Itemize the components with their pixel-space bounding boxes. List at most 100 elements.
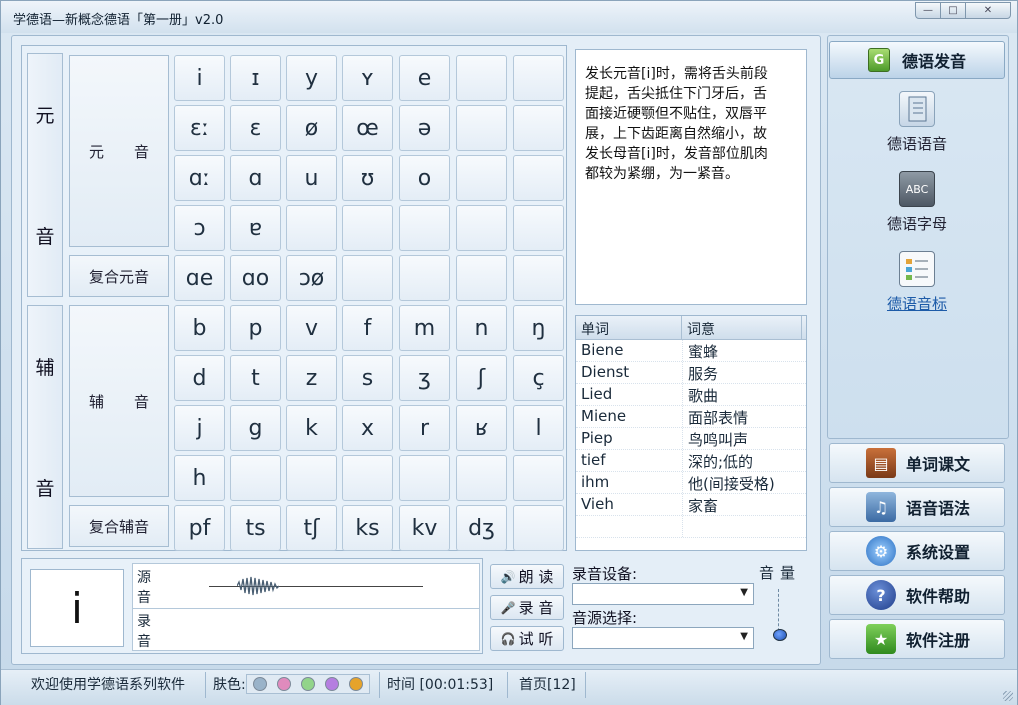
consonant-cell[interactable]	[230, 455, 281, 501]
table-row[interactable]: tief 深的;低的	[576, 450, 806, 472]
consonant-cell[interactable]: d	[174, 355, 225, 401]
vowel-cell[interactable]: o	[399, 155, 450, 201]
sidebar-item-german-phonetics[interactable]: 德语音标	[851, 251, 983, 314]
consonant-cell[interactable]: ʃ	[456, 355, 507, 401]
consonant-cell[interactable]	[456, 455, 507, 501]
consonant-cell[interactable]: r	[399, 405, 450, 451]
consonant-cell[interactable]: s	[342, 355, 393, 401]
vowel-cell[interactable]: ʏ	[342, 55, 393, 101]
column-header-meaning[interactable]: 词意	[682, 316, 802, 339]
vowel-cell[interactable]: ɑː	[174, 155, 225, 201]
table-row[interactable]	[576, 516, 806, 538]
vowel-cell[interactable]	[513, 105, 564, 151]
sidebar-header[interactable]: G 德语发音	[829, 41, 1005, 79]
record-button[interactable]: 🎤 录 音	[490, 595, 564, 620]
consonant-cell[interactable]: m	[399, 305, 450, 351]
vowel-cell[interactable]	[513, 255, 564, 301]
table-row[interactable]: Vieh 家畜	[576, 494, 806, 516]
vowel-cell[interactable]: i	[174, 55, 225, 101]
consonant-cell[interactable]: tʃ	[286, 505, 337, 551]
consonant-cell[interactable]: n	[456, 305, 507, 351]
listen-button[interactable]: 🎧 试 听	[490, 626, 564, 651]
vowel-cell[interactable]	[513, 55, 564, 101]
source-select[interactable]: ▼	[572, 627, 754, 649]
maximize-button[interactable]: □	[940, 2, 966, 19]
consonant-cell[interactable]: ts	[230, 505, 281, 551]
vowel-cell[interactable]: ɛ	[230, 105, 281, 151]
vowel-cell[interactable]: ɐ	[230, 205, 281, 251]
skin-color-option[interactable]	[276, 677, 291, 691]
consonant-cell[interactable]: ʁ	[456, 405, 507, 451]
column-header-word[interactable]: 单词	[576, 316, 682, 339]
vowel-cell[interactable]: y	[286, 55, 337, 101]
vowel-cell[interactable]: ɑ	[230, 155, 281, 201]
consonant-cell[interactable]	[286, 455, 337, 501]
nav-speech-grammar-button[interactable]: ♫ 语音语法	[829, 487, 1005, 527]
consonant-cell[interactable]	[342, 455, 393, 501]
vowel-cell[interactable]	[456, 205, 507, 251]
vowel-cell[interactable]: ø	[286, 105, 337, 151]
vowel-cell[interactable]: ɪ	[230, 55, 281, 101]
consonant-cell[interactable]: k	[286, 405, 337, 451]
consonant-cell[interactable]: ŋ	[513, 305, 564, 351]
resize-grip[interactable]	[1003, 691, 1013, 701]
read-aloud-button[interactable]: 🔊 朗 读	[490, 564, 564, 589]
vowel-cell[interactable]: ə	[399, 105, 450, 151]
vowel-cell[interactable]	[513, 205, 564, 251]
nav-settings-button[interactable]: ⚙ 系统设置	[829, 531, 1005, 571]
vowel-cell[interactable]	[342, 255, 393, 301]
skin-color-option[interactable]	[252, 677, 267, 691]
vowel-cell[interactable]	[399, 205, 450, 251]
table-row[interactable]: ihm 他(间接受格)	[576, 472, 806, 494]
vowel-cell[interactable]: ɛː	[174, 105, 225, 151]
vowel-cell[interactable]: ɔø	[286, 255, 337, 301]
vowel-cell[interactable]: ɑe	[174, 255, 225, 301]
consonant-cell[interactable]: j	[174, 405, 225, 451]
consonant-cell[interactable]	[513, 505, 564, 551]
vowel-cell[interactable]: u	[286, 155, 337, 201]
skin-color-option[interactable]	[324, 677, 339, 691]
vowel-cell[interactable]	[399, 255, 450, 301]
consonant-cell[interactable]: p	[230, 305, 281, 351]
table-row[interactable]: Dienst 服务	[576, 362, 806, 384]
volume-slider-thumb[interactable]	[773, 628, 787, 641]
sidebar-item-german-alphabet[interactable]: ABC 德语字母	[851, 171, 983, 234]
skin-color-option[interactable]	[348, 677, 363, 691]
vowel-cell[interactable]: ɑo	[230, 255, 281, 301]
table-row[interactable]: Biene 蜜蜂	[576, 340, 806, 362]
consonant-cell[interactable]	[513, 455, 564, 501]
table-row[interactable]: Piep 鸟鸣叫声	[576, 428, 806, 450]
vowel-cell[interactable]	[513, 155, 564, 201]
vowel-cell[interactable]: œ	[342, 105, 393, 151]
consonant-cell[interactable]: ʒ	[399, 355, 450, 401]
consonant-cell[interactable]: l	[513, 405, 564, 451]
consonant-cell[interactable]: f	[342, 305, 393, 351]
minimize-button[interactable]: —	[915, 2, 941, 19]
consonant-cell[interactable]: g	[230, 405, 281, 451]
vowel-cell[interactable]: ɔ	[174, 205, 225, 251]
table-row[interactable]: Miene 面部表情	[576, 406, 806, 428]
sidebar-item-german-speech[interactable]: 德语语音	[851, 91, 983, 154]
vowel-cell[interactable]	[456, 55, 507, 101]
vowel-cell[interactable]: ʊ	[342, 155, 393, 201]
vowel-cell[interactable]	[342, 205, 393, 251]
consonant-cell[interactable]: z	[286, 355, 337, 401]
nav-register-button[interactable]: ★ 软件注册	[829, 619, 1005, 659]
consonant-cell[interactable]: kv	[399, 505, 450, 551]
consonant-cell[interactable]: x	[342, 405, 393, 451]
nav-help-button[interactable]: ? 软件帮助	[829, 575, 1005, 615]
close-button[interactable]: ✕	[965, 2, 1011, 19]
consonant-cell[interactable]: ç	[513, 355, 564, 401]
vowel-cell[interactable]	[456, 105, 507, 151]
consonant-cell[interactable]: b	[174, 305, 225, 351]
vowel-cell[interactable]	[286, 205, 337, 251]
record-device-select[interactable]: ▼	[572, 583, 754, 605]
vowel-cell[interactable]: e	[399, 55, 450, 101]
nav-words-lessons-button[interactable]: ▤ 单词课文	[829, 443, 1005, 483]
consonant-cell[interactable]: dʒ	[456, 505, 507, 551]
consonant-cell[interactable]: h	[174, 455, 225, 501]
vowel-cell[interactable]	[456, 155, 507, 201]
consonant-cell[interactable]: pf	[174, 505, 225, 551]
table-row[interactable]: Lied 歌曲	[576, 384, 806, 406]
consonant-cell[interactable]: t	[230, 355, 281, 401]
